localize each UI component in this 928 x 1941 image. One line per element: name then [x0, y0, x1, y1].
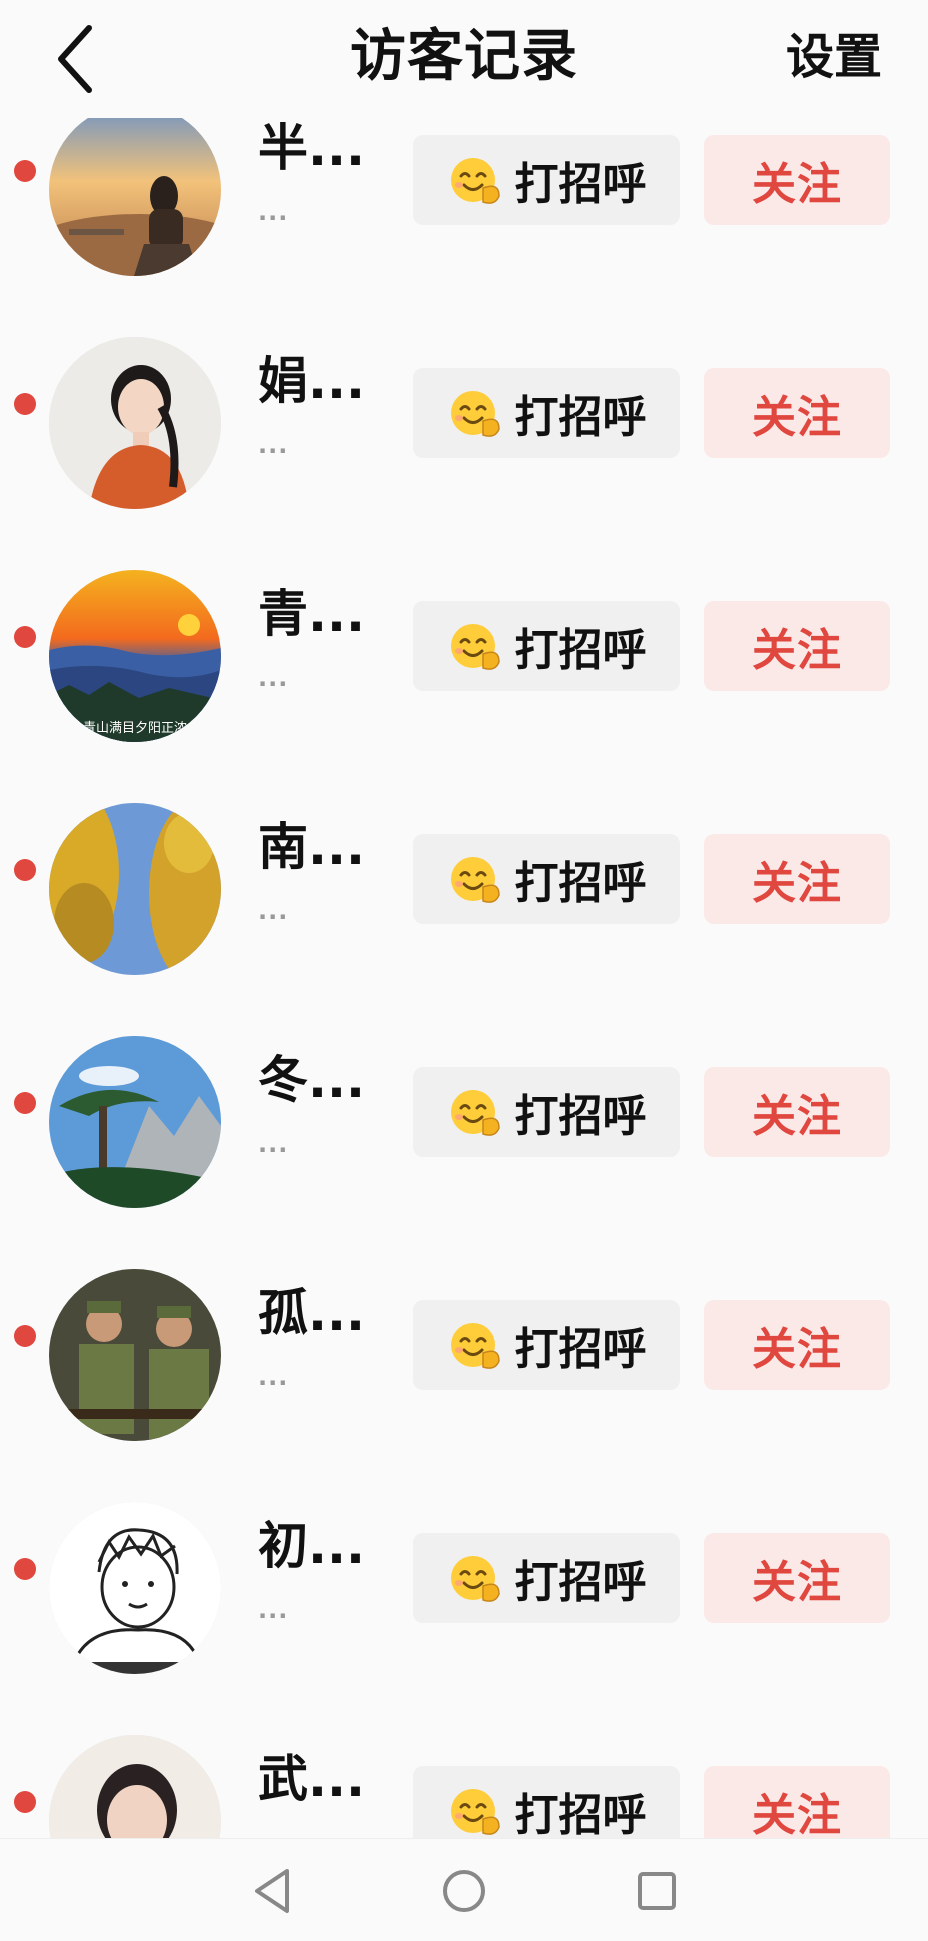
unread-dot — [14, 626, 36, 648]
greet-button[interactable]: 打招呼 — [413, 1766, 680, 1838]
visitor-row[interactable]: 南... ... 打招呼 关注 — [0, 803, 928, 1050]
visitor-name[interactable]: 南... — [258, 817, 365, 877]
unread-dot — [14, 859, 36, 881]
follow-button[interactable]: 关注 — [704, 1533, 890, 1623]
follow-button-label: 关注 — [752, 1557, 842, 1608]
smiling-face-emoji-icon — [450, 624, 500, 670]
avatar-image — [49, 803, 221, 975]
greet-button[interactable]: 打招呼 — [413, 1533, 680, 1623]
unread-dot — [14, 1558, 36, 1580]
avatar-image — [49, 337, 221, 509]
avatar-image — [49, 1502, 221, 1674]
avatar-image — [49, 1036, 221, 1208]
unread-dot — [14, 1791, 36, 1813]
smiling-face-emoji-icon — [450, 158, 500, 204]
visitor-list[interactable]: 半... ... 打招呼 关注 娟... ... 打招呼 关注 青山满目夕阳正浓… — [0, 118, 928, 1838]
back-triangle-icon — [255, 1869, 289, 1913]
greet-button-label: 打招呼 — [514, 1557, 647, 1608]
avatar[interactable] — [49, 1502, 221, 1674]
visitor-row[interactable]: 冬... ... 打招呼 关注 — [0, 1036, 928, 1283]
avatar-image — [49, 1735, 221, 1838]
visitor-row[interactable]: 孤... ... 打招呼 关注 — [0, 1269, 928, 1516]
avatar[interactable] — [49, 1735, 221, 1838]
nav-home-button[interactable] — [434, 1861, 494, 1921]
follow-button[interactable]: 关注 — [704, 368, 890, 458]
visitor-name[interactable]: 武... — [258, 1749, 365, 1809]
follow-button[interactable]: 关注 — [704, 834, 890, 924]
visitor-subtitle: ... — [258, 664, 289, 692]
smiling-face-emoji-icon — [450, 391, 500, 437]
avatar-caption: 青山满目夕阳正浓 — [83, 721, 187, 736]
greet-button[interactable]: 打招呼 — [413, 368, 680, 458]
greet-button-label: 打招呼 — [514, 1324, 647, 1375]
greet-button-label: 打招呼 — [514, 159, 647, 210]
visitor-subtitle: ... — [258, 431, 289, 459]
avatar[interactable] — [49, 1036, 221, 1208]
smiling-face-emoji-icon — [450, 1090, 500, 1136]
follow-button[interactable]: 关注 — [704, 601, 890, 691]
avatar[interactable] — [49, 118, 221, 276]
recent-square-icon — [638, 1872, 676, 1910]
follow-button-label: 关注 — [752, 1790, 842, 1838]
smiling-face-emoji-icon — [450, 1323, 500, 1369]
follow-button-label: 关注 — [752, 1324, 842, 1375]
visitor-name[interactable]: 青... — [258, 584, 365, 644]
follow-button[interactable]: 关注 — [704, 1766, 890, 1838]
visitor-name[interactable]: 半... — [258, 118, 365, 178]
system-nav-bar — [0, 1838, 928, 1941]
avatar[interactable]: 青山满目夕阳正浓 — [49, 570, 221, 742]
smiling-face-emoji-icon — [450, 1556, 500, 1602]
visitor-subtitle: ... — [258, 1130, 289, 1158]
follow-button-label: 关注 — [752, 625, 842, 676]
follow-button[interactable]: 关注 — [704, 135, 890, 225]
unread-dot — [14, 160, 36, 182]
visitor-row[interactable]: 娟... ... 打招呼 关注 — [0, 337, 928, 584]
follow-button-label: 关注 — [752, 392, 842, 443]
visitor-subtitle: ... — [258, 198, 289, 226]
visitor-subtitle: ... — [258, 1363, 289, 1391]
greet-button[interactable]: 打招呼 — [413, 601, 680, 691]
unread-dot — [14, 1092, 36, 1114]
follow-button[interactable]: 关注 — [704, 1300, 890, 1390]
greet-button[interactable]: 打招呼 — [413, 135, 680, 225]
greet-button[interactable]: 打招呼 — [413, 1300, 680, 1390]
visitor-row[interactable]: 初... ... 打招呼 关注 — [0, 1502, 928, 1749]
smiling-face-emoji-icon — [450, 857, 500, 903]
avatar[interactable] — [49, 337, 221, 509]
nav-back-button[interactable] — [243, 1861, 303, 1921]
greet-button-label: 打招呼 — [514, 392, 647, 443]
visitor-row[interactable]: 半... ... 打招呼 关注 — [0, 118, 928, 351]
follow-button-label: 关注 — [752, 1091, 842, 1142]
smiling-face-emoji-icon — [450, 1789, 500, 1835]
follow-button-label: 关注 — [752, 858, 842, 909]
greet-button-label: 打招呼 — [514, 1790, 647, 1838]
header-bar: 访客记录 设置 — [0, 0, 928, 118]
unread-dot — [14, 1325, 36, 1347]
settings-button[interactable]: 设置 — [786, 22, 882, 92]
greet-button[interactable]: 打招呼 — [413, 834, 680, 924]
visitor-subtitle: ... — [258, 897, 289, 925]
greet-button[interactable]: 打招呼 — [413, 1067, 680, 1157]
nav-recent-button[interactable] — [627, 1861, 687, 1921]
visitor-row[interactable]: 青山满目夕阳正浓 青... ... 打招呼 关注 — [0, 570, 928, 817]
follow-button-label: 关注 — [752, 159, 842, 210]
visitor-name[interactable]: 孤... — [258, 1283, 365, 1343]
follow-button[interactable]: 关注 — [704, 1067, 890, 1157]
greet-button-label: 打招呼 — [514, 858, 647, 909]
unread-dot — [14, 393, 36, 415]
visitor-name[interactable]: 初... — [258, 1516, 365, 1576]
greet-button-label: 打招呼 — [514, 625, 647, 676]
avatar[interactable] — [49, 1269, 221, 1441]
avatar-image — [49, 1269, 221, 1441]
avatar[interactable] — [49, 803, 221, 975]
visitor-row[interactable]: 武... ... 打招呼 关注 — [0, 1735, 928, 1838]
avatar-image — [49, 118, 221, 276]
visitor-subtitle: ... — [258, 1596, 289, 1624]
greet-button-label: 打招呼 — [514, 1091, 647, 1142]
visitor-name[interactable]: 冬... — [258, 1050, 365, 1110]
home-circle-icon — [443, 1870, 485, 1912]
avatar-image: 青山满目夕阳正浓 — [49, 570, 221, 742]
visitor-name[interactable]: 娟... — [258, 351, 365, 411]
